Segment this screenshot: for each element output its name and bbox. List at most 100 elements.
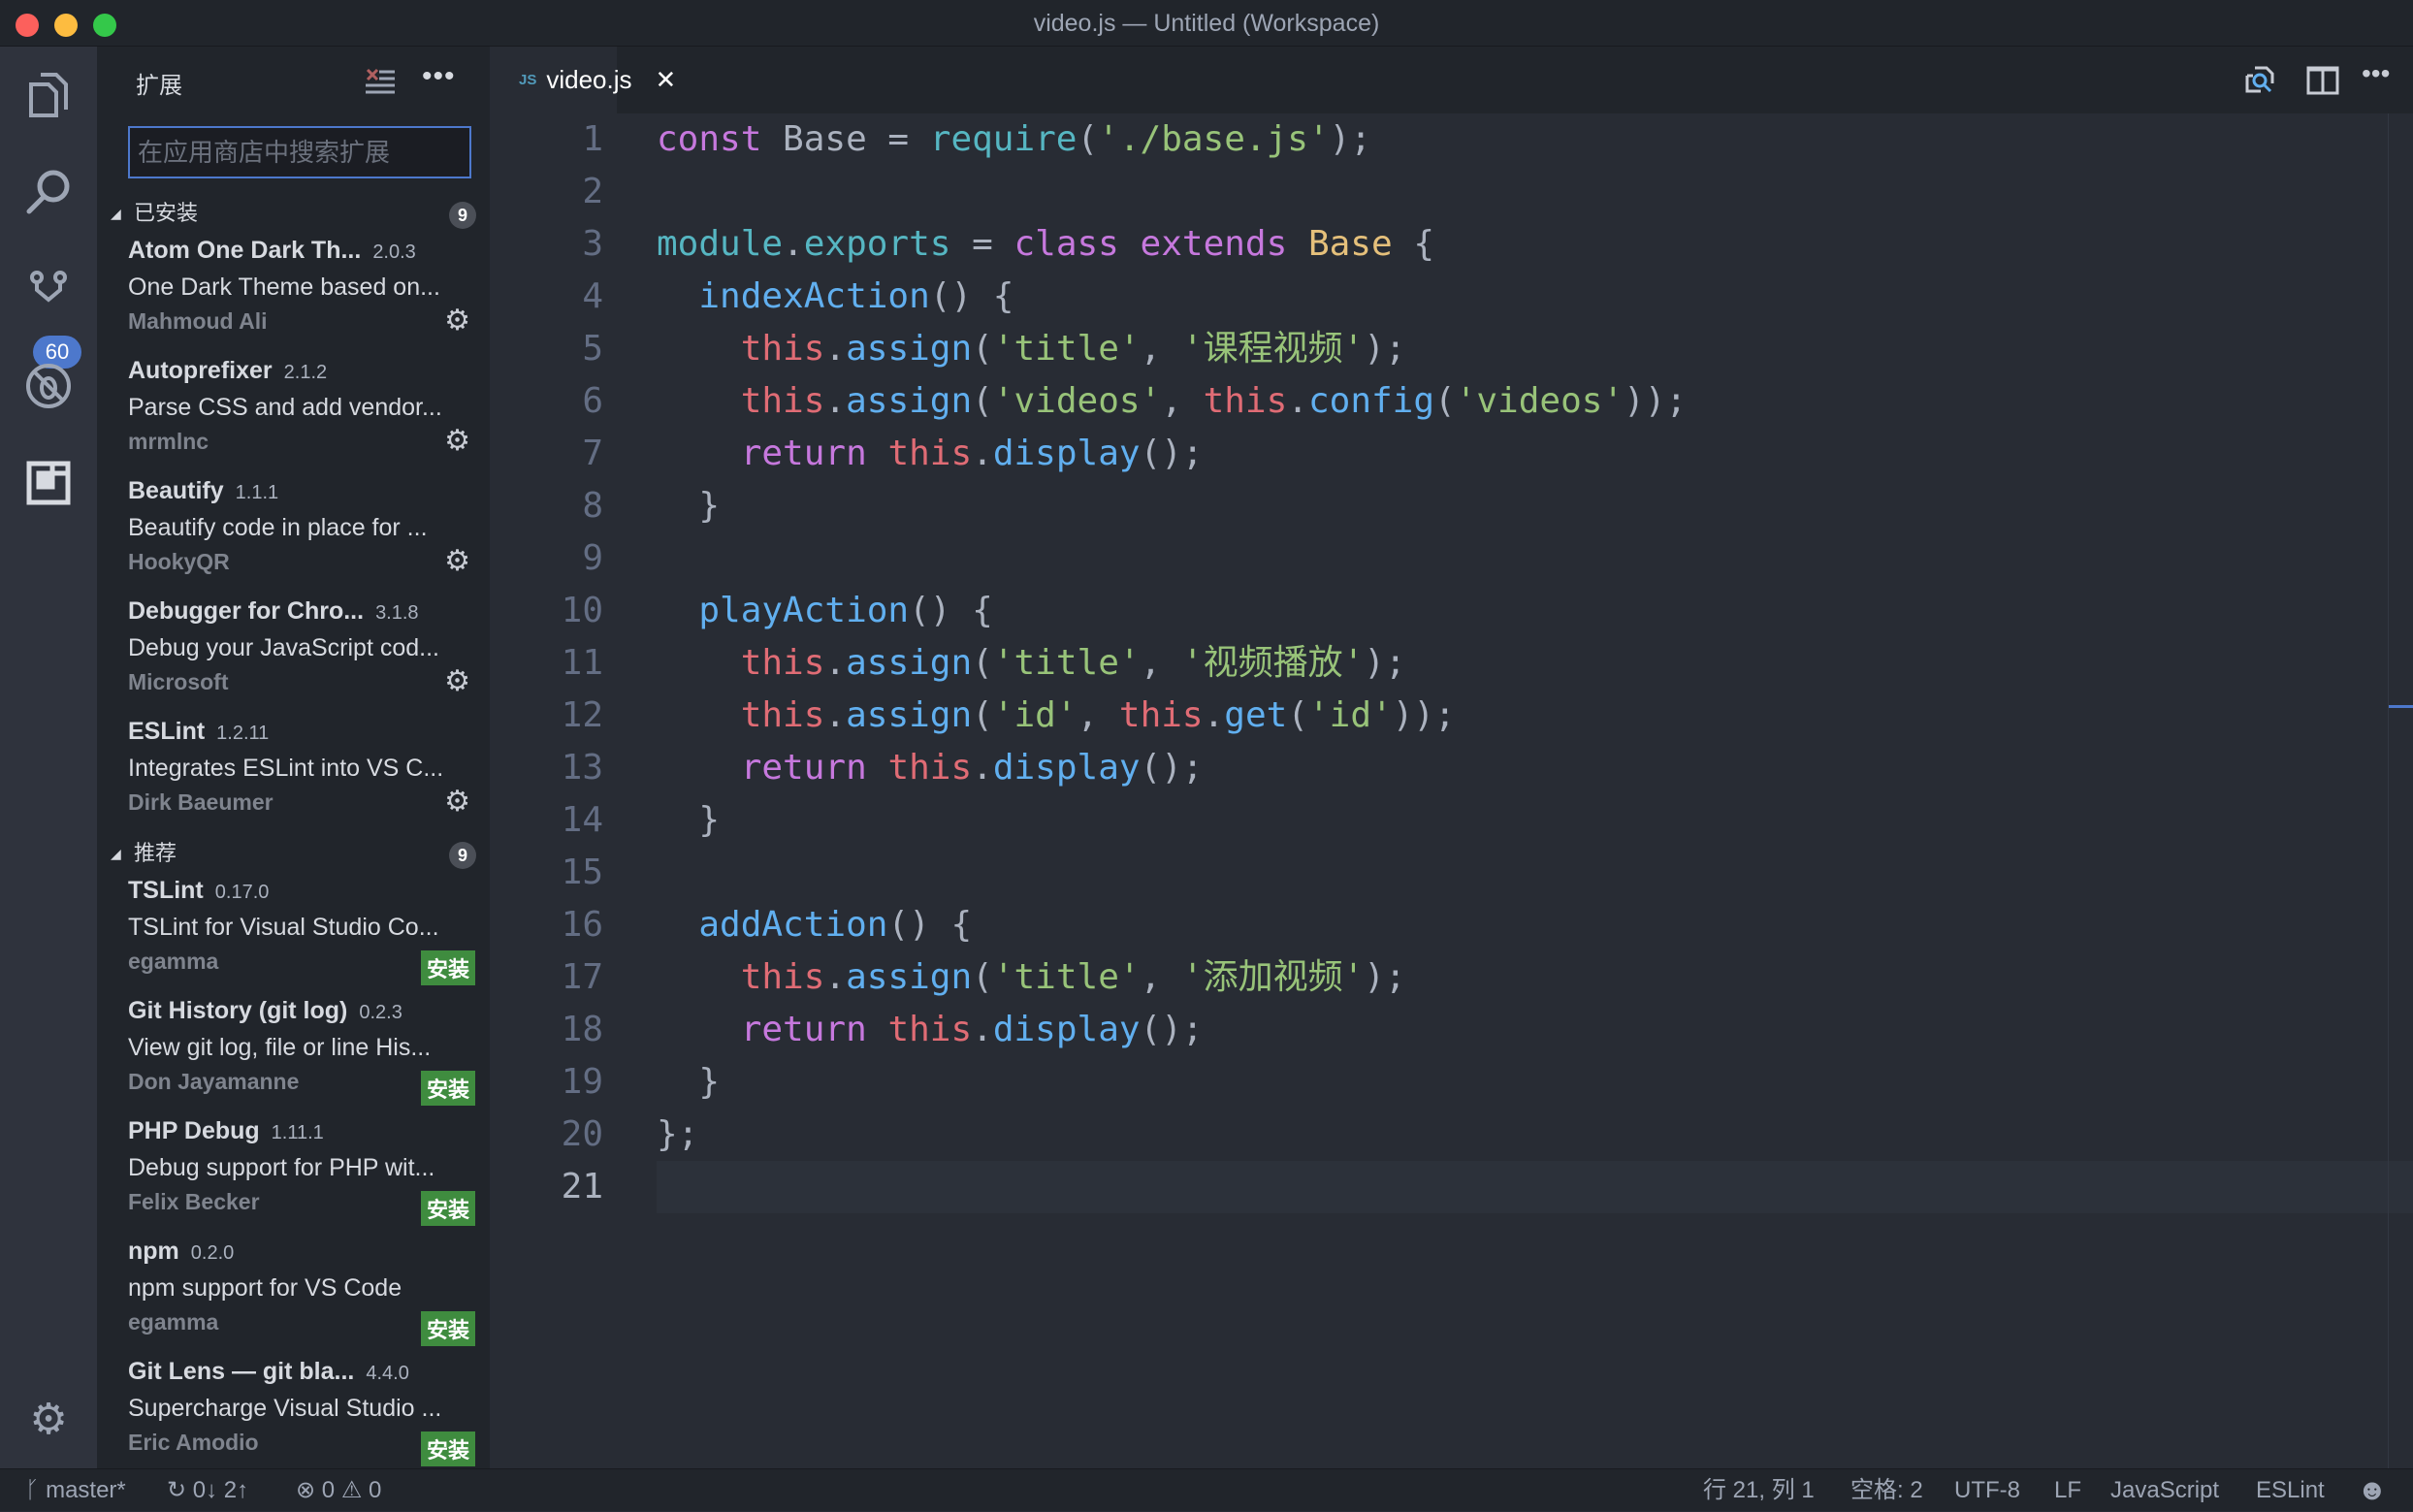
- line-number: 11: [490, 637, 603, 690]
- extension-author: egamma: [128, 949, 218, 975]
- close-tab-icon[interactable]: ✕: [656, 65, 677, 95]
- branch-name: master*: [46, 1477, 126, 1503]
- code-token: assign: [846, 329, 972, 369]
- source-control-icon[interactable]: [19, 260, 78, 318]
- extension-title: Git History (git log): [128, 997, 347, 1024]
- code-line: this.assign('title', '视频播放');: [657, 637, 1406, 690]
- sync-indicator[interactable]: ↻ 0↓ 2↑: [167, 1469, 248, 1512]
- code-token: [1119, 224, 1141, 264]
- code-token: assign: [846, 643, 972, 683]
- extension-name: npm0.2.0: [128, 1238, 234, 1266]
- code-editor[interactable]: 1const Base = require('./base.js');23mod…: [490, 113, 2413, 1468]
- code-token: (: [972, 329, 993, 369]
- code-token: this: [741, 643, 825, 683]
- section-header[interactable]: ◢推荐9: [97, 834, 490, 873]
- manage-gear-icon[interactable]: ⚙: [444, 306, 470, 336]
- extension-name: Autoprefixer2.1.2: [128, 357, 327, 385]
- settings-gear-icon[interactable]: ⚙: [19, 1390, 78, 1448]
- more-actions-icon[interactable]: •••: [422, 60, 456, 93]
- code-token: [657, 748, 741, 788]
- search-icon[interactable]: [19, 163, 78, 221]
- language-mode[interactable]: JavaScript: [2110, 1469, 2219, 1512]
- code-token: this: [741, 957, 825, 997]
- open-preview-icon[interactable]: [2243, 64, 2278, 97]
- extension-list-item[interactable]: ESLint1.2.11Integrates ESLint into VS C.…: [97, 714, 490, 834]
- explorer-icon[interactable]: [19, 66, 78, 124]
- code-token: return: [741, 748, 867, 788]
- code-token: ,: [1141, 957, 1182, 997]
- section-header[interactable]: ◢已安装9: [97, 194, 490, 233]
- code-token: 'videos': [993, 381, 1161, 421]
- collapse-triangle-icon: ◢: [111, 834, 121, 873]
- split-editor-icon[interactable]: [2305, 64, 2340, 97]
- error-count: 0: [322, 1477, 335, 1503]
- extension-list-item[interactable]: PHP Debug1.11.1Debug support for PHP wit…: [97, 1113, 490, 1234]
- code-token: this: [741, 381, 825, 421]
- extension-list-item[interactable]: TSLint0.17.0 TSLint for Visual Studio Co.…: [97, 873, 490, 993]
- extension-version: 0.2.3: [359, 1002, 402, 1023]
- install-button[interactable]: 安装: [421, 950, 475, 985]
- manage-gear-icon[interactable]: ⚙: [444, 547, 470, 576]
- line-number: 19: [490, 1056, 603, 1109]
- extension-author: Mahmoud Ali: [128, 308, 268, 335]
- code-line: this.assign('title', '课程视频');: [657, 323, 1406, 375]
- install-button[interactable]: 安装: [421, 1432, 475, 1466]
- feedback-smiley-icon[interactable]: ☻: [2357, 1469, 2388, 1512]
- code-token: (: [972, 381, 993, 421]
- code-token: addAction: [698, 905, 887, 945]
- code-token: (: [1434, 381, 1456, 421]
- code-token: const: [657, 119, 761, 159]
- manage-gear-icon[interactable]: ⚙: [444, 788, 470, 817]
- problems-indicator[interactable]: ⊗ 0 ⚠ 0: [296, 1469, 381, 1512]
- code-token: () {: [887, 905, 972, 945]
- editor-more-icon[interactable]: •••: [2362, 58, 2390, 89]
- code-token: 'videos': [1456, 381, 1624, 421]
- extension-list-item[interactable]: Autoprefixer2.1.2Parse CSS and add vendo…: [97, 353, 490, 473]
- tab-video-js[interactable]: JS video.js ✕: [490, 47, 617, 113]
- extension-name: TSLint0.17.0: [128, 877, 269, 905]
- install-button[interactable]: 安装: [421, 1311, 475, 1346]
- line-number: 21: [490, 1161, 603, 1213]
- manage-gear-icon[interactable]: ⚙: [444, 427, 470, 456]
- extension-author: Microsoft: [128, 669, 229, 695]
- cursor-position[interactable]: 行 21, 列 1: [1703, 1469, 1815, 1512]
- extensions-icon[interactable]: [19, 454, 78, 512]
- extension-list-item[interactable]: npm0.2.0npm support for VS Codeegamma安装: [97, 1234, 490, 1354]
- extension-search-input[interactable]: [128, 126, 471, 178]
- extension-description: TSLint for Visual Studio Co...: [128, 914, 472, 942]
- branch-indicator[interactable]: ᚴ master*: [25, 1469, 126, 1512]
- code-line: indexAction() {: [657, 271, 1013, 323]
- code-token: (: [972, 643, 993, 683]
- code-token: {: [1393, 224, 1434, 264]
- line-number: 9: [490, 532, 603, 585]
- code-line: module.exports = class extends Base {: [657, 218, 1434, 271]
- extension-description: npm support for VS Code: [128, 1274, 472, 1303]
- window-title: video.js — Untitled (Workspace): [0, 0, 2413, 47]
- extension-version: 0.17.0: [215, 882, 270, 903]
- encoding[interactable]: UTF-8: [1954, 1469, 2020, 1512]
- line-number: 16: [490, 899, 603, 951]
- indentation[interactable]: 空格: 2: [1850, 1469, 1923, 1512]
- code-line: playAction() {: [657, 585, 993, 637]
- eslint-status[interactable]: ESLint: [2256, 1469, 2325, 1512]
- debug-icon[interactable]: [19, 357, 78, 415]
- code-token: .: [1204, 695, 1225, 735]
- extension-list-item[interactable]: Debugger for Chro...3.1.8Debug your Java…: [97, 594, 490, 714]
- code-token: this: [887, 1010, 972, 1049]
- extension-version: 3.1.8: [375, 602, 418, 624]
- extension-list-item[interactable]: Beautify1.1.1Beautify code in place for …: [97, 473, 490, 594]
- clear-extensions-icon[interactable]: [364, 66, 397, 97]
- install-button[interactable]: 安装: [421, 1191, 475, 1226]
- code-token: () {: [930, 276, 1014, 316]
- code-token: ,: [1141, 329, 1182, 369]
- current-line-highlight: [657, 1161, 2413, 1213]
- extension-list-item[interactable]: Atom One Dark Th...2.0.3One Dark Theme b…: [97, 233, 490, 353]
- extension-list-item[interactable]: Git Lens — git bla...4.4.0Supercharge Vi…: [97, 1354, 490, 1468]
- extension-list-item[interactable]: Git History (git log)0.2.3View git log, …: [97, 993, 490, 1113]
- scrollbar-cursor-marker[interactable]: [2389, 705, 2413, 708]
- install-button[interactable]: 安装: [421, 1071, 475, 1106]
- line-ending[interactable]: LF: [2054, 1469, 2081, 1512]
- manage-gear-icon[interactable]: ⚙: [444, 667, 470, 696]
- code-token: extends: [1141, 224, 1288, 264]
- code-token: '课程视频': [1182, 329, 1364, 369]
